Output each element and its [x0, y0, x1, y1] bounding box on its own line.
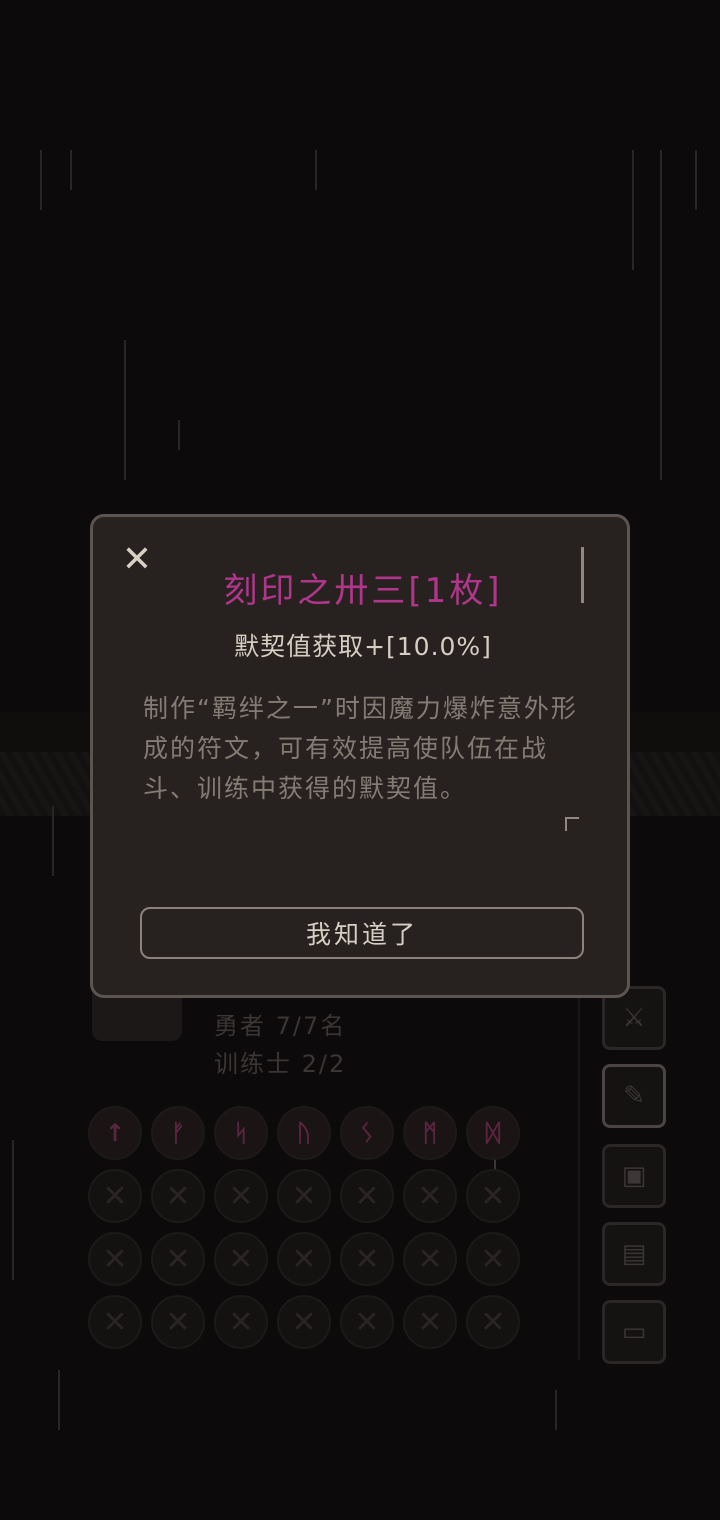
hero-count-label: 勇者 7/7名 — [214, 1012, 347, 1040]
rain-streak — [124, 340, 126, 480]
empty-slot-icon[interactable]: ✕ — [151, 1295, 205, 1349]
rain-streak — [58, 1370, 60, 1430]
rune-slot[interactable]: ᛊ — [340, 1106, 394, 1160]
rain-streak — [178, 420, 180, 450]
rain-streak — [695, 150, 697, 210]
empty-slot-icon[interactable]: ✕ — [277, 1232, 331, 1286]
trainer-count-label: 训练士 2/2 — [214, 1050, 347, 1078]
rune-slot[interactable]: ᛋ — [214, 1106, 268, 1160]
empty-slot-icon[interactable]: ✕ — [340, 1169, 394, 1223]
empty-slot-icon[interactable]: ✕ — [151, 1169, 205, 1223]
empty-slot-icon[interactable]: ✕ — [151, 1232, 205, 1286]
rain-streak — [632, 150, 634, 270]
empty-slot-icon[interactable]: ✕ — [403, 1295, 457, 1349]
rain-streak — [555, 1390, 557, 1430]
item-description: 制作“羁绊之一”时因魔力爆炸意外形成的符文，可有效提高使队伍在战斗、训练中获得的… — [143, 694, 578, 803]
empty-slot-icon[interactable]: ✕ — [214, 1169, 268, 1223]
empty-slot-icon[interactable]: ✕ — [88, 1295, 142, 1349]
rain-streak — [660, 150, 662, 480]
empty-slot-icon[interactable]: ✕ — [277, 1295, 331, 1349]
item-effect: 默契值获取+[10.0%] — [234, 632, 492, 661]
confirm-button[interactable]: 我知道了 — [140, 907, 584, 959]
empty-slot-icon[interactable]: ✕ — [466, 1232, 520, 1286]
item-info-dialog: ✕ 刻印之卅三[1枚] 默契值获取+[10.0%] 制作“羁绊之一”时因魔力爆炸… — [90, 514, 630, 998]
empty-slot-icon[interactable]: ✕ — [214, 1232, 268, 1286]
dialog-corner-mark — [565, 817, 579, 831]
empty-slot-icon[interactable]: ✕ — [466, 1295, 520, 1349]
empty-slot-icon[interactable]: ✕ — [277, 1169, 331, 1223]
item-title: 刻印之卅三[1枚] — [223, 571, 503, 611]
map-icon[interactable]: ▣ — [602, 1144, 666, 1208]
empty-slot-icon[interactable]: ✕ — [88, 1232, 142, 1286]
empty-slot-icon[interactable]: ✕ — [88, 1169, 142, 1223]
empty-slot-icon[interactable]: ✕ — [340, 1295, 394, 1349]
empty-slot-icon[interactable]: ✕ — [214, 1295, 268, 1349]
rain-streak — [40, 150, 42, 210]
empty-slot-icon[interactable]: ✕ — [340, 1232, 394, 1286]
rain-streak — [52, 806, 54, 876]
rain-streak — [315, 150, 317, 190]
rune-slot[interactable]: ᛞ — [466, 1106, 520, 1160]
panel-divider — [578, 960, 580, 1360]
scroll-icon[interactable]: ✎ — [602, 1064, 666, 1128]
rune-slot[interactable]: ᛗ — [403, 1106, 457, 1160]
rain-streak — [70, 150, 72, 190]
document-icon[interactable]: ▤ — [602, 1222, 666, 1286]
computer-icon[interactable]: ▭ — [602, 1300, 666, 1364]
empty-slot-icon[interactable]: ✕ — [403, 1169, 457, 1223]
rune-slot[interactable]: ᚢ — [277, 1106, 331, 1160]
empty-slot-icon[interactable]: ✕ — [466, 1169, 520, 1223]
rain-streak — [12, 1140, 14, 1280]
rune-slot[interactable]: ↑ — [88, 1106, 142, 1160]
rune-slot[interactable]: ᚠ — [151, 1106, 205, 1160]
empty-slot-icon[interactable]: ✕ — [403, 1232, 457, 1286]
